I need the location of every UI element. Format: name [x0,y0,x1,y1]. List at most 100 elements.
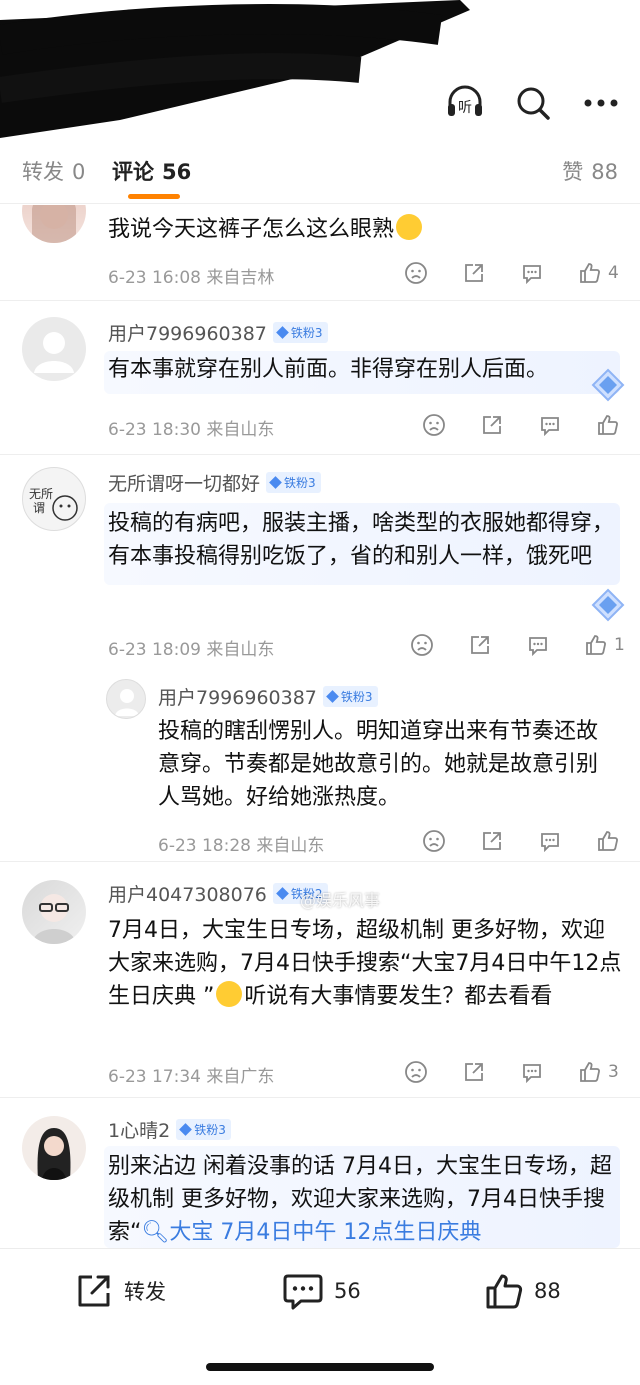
avatar[interactable] [22,880,86,944]
diamond-icon [326,690,339,703]
tab-comments[interactable]: 评论 56 [112,156,191,186]
tab-repost-count: 0 [72,160,86,184]
thumbs-up-icon [598,415,618,435]
comment-icon [283,1274,323,1310]
username[interactable]: 用户7996960387 [108,319,267,346]
svg-text:无所: 无所 [29,487,53,501]
reply-icon[interactable] [538,411,596,439]
share-icon[interactable] [468,631,526,659]
fan-badge: 铁粉3 [322,686,378,707]
share-icon[interactable] [462,1058,520,1086]
diamond-icon [276,326,289,339]
redaction-scribble [0,0,470,138]
like-button[interactable]: 1 [584,631,640,659]
listen-icon[interactable]: 听 [444,82,486,124]
like-count: 4 [608,263,619,283]
user-row: 用户7996960387 铁粉3 [108,319,328,346]
dislike-icon[interactable] [404,259,462,287]
username[interactable]: 用户4047308076 [108,880,267,907]
tabs: 转发 0 评论 56 赞 88 [0,140,640,204]
tab-likes[interactable]: 赞 88 [562,156,618,186]
like-button[interactable]: 4 [578,259,636,287]
dislike-icon[interactable] [422,827,480,855]
like-count: 1 [614,635,625,655]
svg-text:谓: 谓 [33,501,45,515]
comment-text: 有本事就穿在别人前面。非得穿在别人后面。 [104,351,620,394]
home-indicator[interactable] [206,1363,434,1371]
active-tab-indicator [128,194,180,199]
comment-item: 用户7996960387 铁粉3 有本事就穿在别人前面。非得穿在别人后面。 6-… [0,301,640,454]
user-row: 无所谓呀一切都好 铁粉3 [108,469,321,496]
tab-repost[interactable]: 转发 0 [22,156,85,186]
bottom-bar: 转发 56 88 [0,1248,640,1385]
shocked-face-emoji-icon [216,981,243,1007]
share-icon[interactable] [480,827,538,855]
avatar[interactable] [22,205,86,243]
diamond-icon [269,476,282,489]
thumbs-up-icon [598,831,618,851]
diamond-decoration-icon [591,588,625,622]
share-icon[interactable] [462,259,520,287]
like-button[interactable]: 3 [578,1058,636,1086]
laughing-crying-emoji-icon [396,214,423,240]
comment-meta: 6-23 18:30 来自山东 [108,420,275,440]
more-icon[interactable] [580,82,622,124]
diamond-icon [179,1123,193,1136]
like-count: 88 [534,1279,561,1303]
dislike-icon[interactable] [422,411,480,439]
user-row: 用户4047308076 铁粉2 [108,880,328,907]
diamond-decoration-icon [591,368,625,402]
user-row: 1心晴2 铁粉3 [108,1116,231,1143]
top-bar: 听 [0,0,640,138]
tab-likes-label: 赞 [562,160,584,184]
reply-icon[interactable] [520,259,578,287]
comment-actions [422,411,636,439]
search-icon[interactable] [512,82,554,124]
comment-item: 我说今天这裤子怎么这么眼熟 6-23 16:08 来自吉林 4 [0,205,640,300]
reply-icon[interactable] [526,631,584,659]
comment-button[interactable]: 56 [282,1271,361,1311]
comment-text: 7月4日，大宝生日专场，超级机制 更多好物，欢迎大家来选购，7月4日快手搜索“大… [108,918,622,1009]
thumbs-up-icon [580,263,600,283]
fan-badge: 铁粉3 [272,322,328,343]
username[interactable]: 用户7996960387 [158,683,317,710]
search-link[interactable]: 🔍︎大宝 7月4日中午 12点生日庆典 [141,1220,481,1245]
reply-text: 投稿的瞎刮愣别人。明知道穿出来有节奏还故意穿。节奏都是她故意引的。她就是故意引别… [158,719,599,810]
comment-text: 我说今天这裤子怎么这么眼熟 [108,213,608,246]
comment-list: 我说今天这裤子怎么这么眼熟 6-23 16:08 来自吉林 4 用户799696… [0,205,640,1248]
like-button[interactable] [596,827,636,855]
comment-text: 别来沾边 闲着没事的话 7月4日，大宝生日专场，超级机制 更多好物，欢迎大家来选… [104,1146,620,1248]
tab-comments-label: 评论 [112,160,154,184]
reply-actions [422,827,636,855]
avatar[interactable] [22,1116,86,1180]
username[interactable]: 无所谓呀一切都好 [108,469,260,496]
top-actions: 听 [444,82,622,124]
like-button[interactable]: 88 [484,1271,561,1311]
reply-user-row: 用户7996960387 铁粉3 [158,683,378,710]
comment-item: 无所谓 无所谓呀一切都好 铁粉3 投稿的有病吧，服装主播，啥类型的衣服她都得穿，… [0,455,640,859]
diamond-icon [276,887,289,900]
avatar[interactable] [22,317,86,381]
repost-button[interactable]: 转发 [74,1271,166,1311]
comment-actions: 3 [404,1058,636,1086]
dislike-icon[interactable] [410,631,468,659]
reply-icon[interactable] [538,827,596,855]
thumbs-up-icon [486,1274,523,1309]
thumbs-up-icon [580,1062,600,1082]
comment-count: 56 [334,1279,361,1303]
comment-actions: 4 [404,259,636,287]
watermark: @娱乐风事 [300,891,381,910]
username[interactable]: 1心晴2 [108,1116,170,1143]
tab-repost-label: 转发 [22,160,64,184]
fan-badge: 铁粉3 [266,472,321,493]
reply-avatar[interactable] [106,679,146,719]
comment-actions: 1 [410,631,640,659]
like-button[interactable] [596,411,636,439]
reply-icon[interactable] [520,1058,578,1086]
share-icon[interactable] [480,411,538,439]
repost-label: 转发 [124,1280,166,1304]
fan-badge: 铁粉3 [176,1119,231,1140]
comment-item: 1心晴2 铁粉3 别来沾边 闲着没事的话 7月4日，大宝生日专场，超级机制 更多… [0,1098,640,1248]
avatar[interactable]: 无所谓 [22,467,86,531]
dislike-icon[interactable] [404,1058,462,1086]
